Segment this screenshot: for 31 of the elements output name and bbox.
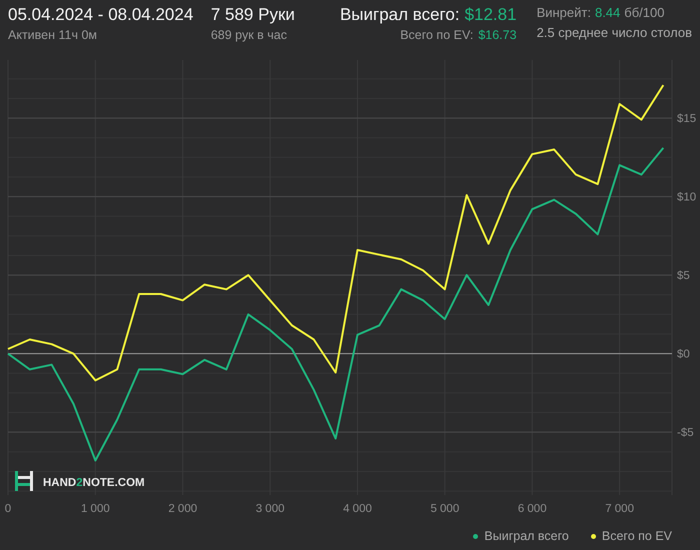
- x-axis-label: 7 000: [605, 503, 634, 515]
- x-axis-label: 5 000: [430, 503, 460, 515]
- x-axis-label: 4 000: [343, 503, 372, 515]
- legend-dot: [473, 534, 478, 538]
- logo-icon: [15, 471, 33, 491]
- hands-per-hour: 689 рук в час: [210, 28, 288, 42]
- winrate-unit: бб/100: [624, 5, 664, 20]
- legend-dot: [590, 534, 596, 538]
- logo-text: HAND2NOTE.COM: [43, 477, 145, 489]
- ev-label: Всего по EV:: [400, 28, 474, 42]
- x-axis-label: 2 000: [168, 503, 198, 515]
- y-axis-label: $15: [677, 113, 696, 126]
- x-axis-label: 3 000: [256, 503, 284, 515]
- active-time: Активен 11ч 0м: [8, 28, 98, 42]
- winrate-label: Винрейт:: [536, 5, 591, 20]
- x-axis-label: 6 000: [518, 503, 547, 515]
- ev-value: $16.73: [478, 28, 517, 42]
- legend-label: Выиграл всего: [484, 529, 569, 543]
- won-value: $12.81: [464, 5, 517, 25]
- date-range: 05.04.2024 - 08.04.2024: [8, 5, 194, 25]
- y-axis-label: $10: [677, 192, 696, 204]
- hands-count: 7 589 Руки: [210, 5, 296, 25]
- x-axis-label: 1 000: [80, 503, 110, 515]
- tables-average: 2.5 среднее число столов: [536, 25, 692, 40]
- y-axis-label: $5: [677, 270, 690, 282]
- x-axis-label: 0: [4, 503, 12, 515]
- won-label: Выиграл всего:: [340, 5, 460, 25]
- legend-label: Всего по EV: [602, 529, 672, 543]
- y-axis-label: $0: [677, 348, 690, 361]
- y-axis-label: -$5: [677, 427, 694, 440]
- winrate-value: 8.44: [594, 5, 620, 20]
